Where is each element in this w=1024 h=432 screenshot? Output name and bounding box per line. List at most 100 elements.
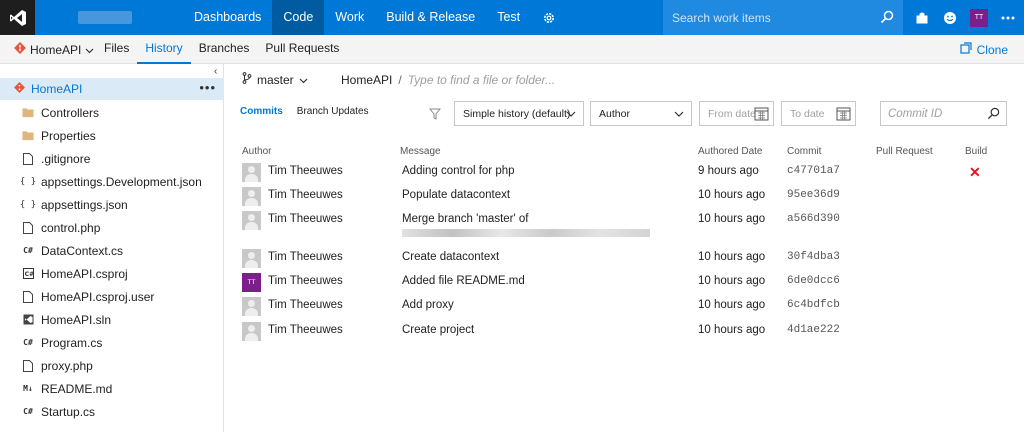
commit-id[interactable]: 4d1ae222 (787, 324, 840, 336)
tree-item[interactable]: Properties (0, 124, 224, 147)
commit-id[interactable]: 30f4dba3 (787, 251, 840, 263)
tree-item[interactable]: C# HomeAPI.csproj (0, 262, 224, 285)
author-dropdown[interactable]: Author (590, 101, 692, 126)
search-icon[interactable] (987, 107, 1000, 123)
author-avatar: TT (242, 273, 261, 292)
from-date-placeholder: From date (708, 107, 756, 120)
tree-item[interactable]: C# Program.cs (0, 331, 224, 354)
solution-file-icon (22, 314, 34, 325)
build-failed-icon[interactable]: ✕ (969, 164, 981, 181)
marketplace-bag-icon[interactable] (908, 0, 936, 35)
calendar-icon[interactable] (754, 106, 769, 124)
tree-item[interactable]: C# DataContext.cs (0, 239, 224, 262)
user-avatar[interactable]: TT (970, 8, 988, 27)
repo-picker[interactable]: HomeAPI (14, 42, 94, 57)
clone-icon (960, 42, 972, 57)
tree-item[interactable]: HomeAPI.sln (0, 308, 224, 331)
table-row[interactable]: Tim Theeuwes Create datacontext 10 hours a… (225, 249, 1024, 273)
table-row[interactable]: Tim Theeuwes Create project 10 hours ago 4d… (225, 322, 1024, 346)
path-root[interactable]: HomeAPI (341, 73, 392, 87)
branch-icon (242, 72, 252, 87)
settings-gear-icon[interactable] (531, 0, 567, 35)
from-date-field[interactable]: From date (699, 101, 774, 126)
author-avatar (242, 322, 261, 341)
commit-id[interactable]: a566d390 (787, 213, 840, 225)
commit-id[interactable]: 6de0dcc6 (787, 275, 840, 287)
to-date-field[interactable]: To date (781, 101, 856, 126)
commit-id-input[interactable]: Commit ID (888, 108, 942, 120)
tree-item[interactable]: Controllers (0, 101, 224, 124)
calendar-icon[interactable] (836, 106, 851, 124)
tab-commits[interactable]: Commits (240, 106, 283, 117)
work-item-search[interactable]: Search work items (663, 0, 903, 35)
commit-id-search[interactable]: Commit ID (880, 101, 1007, 126)
more-actions-icon[interactable]: ••• (199, 80, 216, 95)
search-input[interactable]: Search work items (672, 11, 771, 25)
path-breadcrumb: HomeAPI / Type to find a file or folder.… (341, 73, 555, 87)
path-separator: / (398, 73, 402, 87)
tree-item-label: control.php (41, 220, 101, 235)
table-row[interactable]: Tim Theeuwes Populate datacontext 10 hours… (225, 187, 1024, 211)
search-icon[interactable] (880, 10, 894, 27)
col-pull-request[interactable]: Pull Request (876, 146, 933, 157)
clone-label: Clone (976, 42, 1008, 57)
col-author[interactable]: Author (242, 146, 271, 157)
tree-item[interactable]: control.php (0, 216, 224, 239)
redacted-remote-url (402, 229, 650, 237)
tree-item[interactable]: C# Startup.cs (0, 400, 224, 423)
table-row[interactable]: Tim Theeuwes Add proxy 10 hours ago 6c4bdfc… (225, 297, 1024, 321)
tab-pull-requests[interactable]: Pull Requests (257, 35, 347, 64)
visual-studio-logo-icon[interactable] (0, 0, 35, 35)
table-row[interactable]: TT Tim Theeuwes Added file README.md 10 hou… (225, 273, 1024, 297)
tree-item[interactable]: M↓ README.md (0, 377, 224, 400)
tree-item-label: HomeAPI.csproj (41, 266, 128, 281)
repo-name: HomeAPI (30, 42, 82, 57)
nav-dashboards[interactable]: Dashboards (183, 0, 272, 35)
tab-branch-updates[interactable]: Branch Updates (297, 106, 369, 117)
nav-code[interactable]: Code (272, 0, 325, 35)
history-mode-dropdown[interactable]: Simple history (default) (454, 101, 584, 126)
csharp-file-icon: C# (23, 246, 33, 255)
author-filter-value: Author (599, 107, 630, 120)
commit-id[interactable]: 95ee36d9 (787, 189, 840, 201)
tree-item[interactable]: { } appsettings.json (0, 193, 224, 216)
tab-history[interactable]: History (137, 35, 191, 64)
commit-id[interactable]: 6c4bdfcb (787, 299, 840, 311)
tree-item-label: appsettings.Development.json (41, 174, 202, 189)
branch-picker[interactable]: master (242, 72, 308, 87)
account-name-redacted[interactable] (78, 11, 132, 24)
tab-branches[interactable]: Branches (191, 35, 258, 64)
clone-button[interactable]: Clone (960, 42, 1008, 57)
col-authored-date[interactable]: Authored Date (698, 146, 763, 157)
nav-build-release[interactable]: Build & Release (375, 0, 486, 35)
filter-funnel-icon[interactable] (428, 108, 442, 123)
col-commit[interactable]: Commit (787, 146, 821, 157)
author-name: Tim Theeuwes (268, 165, 343, 177)
feedback-smiley-icon[interactable] (936, 0, 964, 35)
tree-item[interactable]: HomeAPI.csproj.user (0, 285, 224, 308)
history-mode-value: Simple history (default) (463, 107, 571, 120)
commit-id[interactable]: c47701a7 (787, 165, 840, 177)
table-row[interactable]: Tim Theeuwes Adding control for php 9 hour… (225, 163, 1024, 187)
tree-root-homeapi[interactable]: HomeAPI ••• (0, 78, 224, 100)
author-name: Tim Theeuwes (268, 324, 343, 336)
history-view-tabs: Commits Branch Updates (240, 106, 369, 117)
nav-test[interactable]: Test (486, 0, 531, 35)
path-search-input[interactable]: Type to find a file or folder... (408, 73, 555, 87)
col-build[interactable]: Build (965, 146, 987, 157)
tree-item[interactable]: proxy.php (0, 354, 224, 377)
tree-item[interactable]: { } appsettings.Development.json (0, 170, 224, 193)
to-date-placeholder: To date (790, 107, 825, 120)
more-options-icon[interactable] (994, 0, 1022, 35)
chevron-down-icon (85, 43, 94, 57)
table-row[interactable]: Tim Theeuwes Merge branch 'master' of 10 h… (225, 211, 1024, 249)
col-message[interactable]: Message (400, 146, 441, 157)
collapse-panel-icon[interactable]: ‹ (214, 66, 217, 77)
commit-message: Populate datacontext (402, 189, 511, 201)
author-avatar (242, 187, 261, 206)
tab-files[interactable]: Files (96, 35, 137, 64)
tree-item[interactable]: .gitignore (0, 147, 224, 170)
nav-work[interactable]: Work (324, 0, 375, 35)
author-name: Tim Theeuwes (268, 251, 343, 263)
code-tabs: Files History Branches Pull Requests (96, 35, 347, 64)
